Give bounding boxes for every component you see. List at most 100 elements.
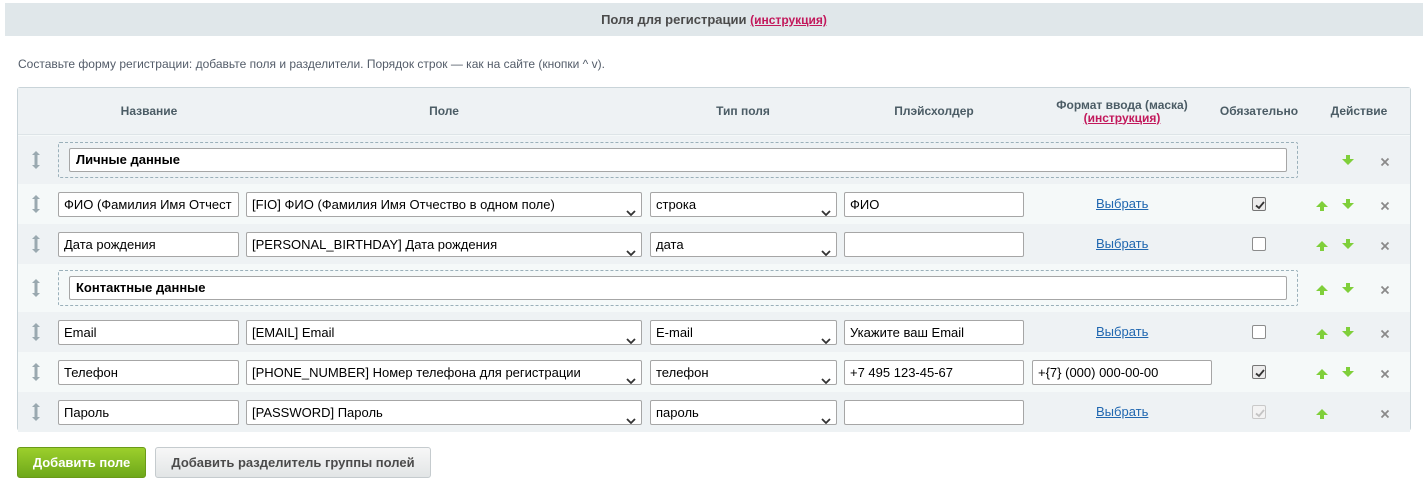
type-select-value: пароль [656, 404, 699, 420]
add-field-button[interactable]: Добавить поле [17, 447, 146, 478]
separator-box: Личные данные [58, 142, 1298, 178]
chevron-down-icon [821, 201, 831, 216]
placeholder-input[interactable]: ФИО [844, 191, 1024, 217]
move-down-icon[interactable] [1342, 325, 1354, 337]
table-row: Дата рождения [PERSONAL_BIRTHDAY] Дата ро… [18, 224, 1410, 264]
drag-handle-icon[interactable] [30, 194, 42, 214]
drag-handle-icon[interactable] [30, 322, 42, 342]
chevron-down-icon [821, 329, 831, 344]
required-checkbox[interactable] [1252, 237, 1266, 251]
delete-icon[interactable] [1380, 407, 1390, 419]
col-field: Поле [429, 104, 459, 118]
drag-handle-icon[interactable] [30, 278, 42, 298]
field-name-input[interactable]: Email [58, 319, 239, 345]
mask-choose-link[interactable]: Выбрать [1096, 196, 1148, 211]
field-name-input[interactable]: Дата рождения [58, 231, 239, 257]
chevron-down-icon [626, 329, 636, 344]
field-select-value: [PASSWORD] Пароль [252, 404, 383, 420]
chevron-down-icon [821, 241, 831, 256]
table-row: Email [EMAIL] Email E-mail Укажите ваш Emai… [18, 312, 1410, 352]
required-checkbox [1252, 405, 1266, 419]
drag-handle-icon[interactable] [30, 402, 42, 422]
chevron-down-icon [821, 369, 831, 384]
type-select[interactable]: телефон [650, 359, 837, 385]
col-mask: Формат ввода (маска) (инструкция) [1032, 88, 1212, 135]
delete-icon[interactable] [1380, 199, 1390, 211]
type-select-value: дата [656, 236, 684, 252]
field-select-value: [PHONE_NUMBER] Номер телефона для регист… [252, 364, 581, 380]
chevron-down-icon [626, 201, 636, 216]
field-name-input[interactable]: Телефон [58, 359, 239, 385]
drag-handle-icon[interactable] [30, 234, 42, 254]
table-row: Пароль [PASSWORD] Пароль пароль Выбрать [18, 392, 1410, 432]
type-select-value: строка [656, 196, 697, 212]
type-select-value: телефон [656, 364, 709, 380]
col-action: Действие [1330, 104, 1388, 118]
field-select[interactable]: [PERSONAL_BIRTHDAY] Дата рождения [246, 231, 642, 257]
required-checkbox[interactable] [1252, 197, 1266, 211]
move-down-icon[interactable] [1342, 237, 1354, 249]
mask-instruction-link[interactable]: (инструкция) [1084, 111, 1161, 125]
separator-label-input[interactable]: Контактные данные [69, 276, 1287, 300]
move-up-icon[interactable] [1316, 239, 1328, 251]
mask-input[interactable]: +{7} (000) 000-00-00 [1032, 359, 1212, 385]
table-row: Телефон [PHONE_NUMBER] Номер телефона для… [18, 352, 1410, 392]
required-checkbox[interactable] [1252, 325, 1266, 339]
section-title: Поля для регистрации [601, 12, 747, 27]
field-select[interactable]: [FIO] ФИО (Фамилия Имя Отчество в одном … [246, 191, 642, 217]
add-separator-button[interactable]: Добавить разделитель группы полей [155, 447, 431, 478]
move-down-icon[interactable] [1342, 197, 1354, 209]
delete-icon[interactable] [1380, 283, 1390, 295]
field-select-value: [PERSONAL_BIRTHDAY] Дата рождения [252, 236, 498, 252]
placeholder-input[interactable] [844, 231, 1024, 257]
placeholder-input[interactable]: +7 495 123-45-67 [844, 359, 1024, 385]
separator-label-input[interactable]: Личные данные [69, 148, 1287, 172]
table-row: ФИО (Фамилия Имя Отчест [FIO] ФИО (Фамили… [18, 184, 1410, 224]
move-up-icon[interactable] [1316, 327, 1328, 339]
move-up-icon[interactable] [1316, 367, 1328, 379]
fields-table: Название Поле Тип поля Плэйсхолдер Форма… [17, 87, 1411, 432]
field-select-value: [EMAIL] Email [252, 324, 335, 340]
delete-icon[interactable] [1380, 327, 1390, 339]
chevron-down-icon [821, 409, 831, 424]
section-header: Поля для регистрации (инструкция) [5, 3, 1423, 36]
placeholder-input[interactable] [844, 399, 1024, 425]
type-select[interactable]: E-mail [650, 319, 837, 345]
separator-row: Контактные данные [18, 264, 1410, 312]
form-hint: Составьте форму регистрации: добавьте по… [18, 57, 605, 71]
mask-choose-link[interactable]: Выбрать [1096, 236, 1148, 251]
chevron-down-icon [626, 409, 636, 424]
type-select[interactable]: пароль [650, 399, 837, 425]
table-header: Название Поле Тип поля Плэйсхолдер Форма… [18, 88, 1410, 135]
type-select[interactable]: строка [650, 191, 837, 217]
required-checkbox[interactable] [1252, 365, 1266, 379]
chevron-down-icon [626, 241, 636, 256]
instruction-link[interactable]: (инструкция) [750, 13, 827, 27]
delete-icon[interactable] [1380, 239, 1390, 251]
drag-handle-icon[interactable] [30, 150, 42, 170]
move-up-icon[interactable] [1316, 283, 1328, 295]
move-down-icon[interactable] [1342, 281, 1354, 293]
col-mask-label: Формат ввода (маска) [1056, 97, 1188, 112]
field-name-input[interactable]: ФИО (Фамилия Имя Отчест [58, 191, 239, 217]
type-select[interactable]: дата [650, 231, 837, 257]
col-name: Название [120, 104, 178, 118]
col-placeholder: Плэйсхолдер [894, 104, 974, 118]
field-select-value: [FIO] ФИО (Фамилия Имя Отчество в одном … [252, 196, 555, 212]
move-down-icon[interactable] [1342, 153, 1354, 165]
drag-handle-icon[interactable] [30, 362, 42, 382]
delete-icon[interactable] [1380, 367, 1390, 379]
field-select[interactable]: [PHONE_NUMBER] Номер телефона для регист… [246, 359, 642, 385]
field-name-input[interactable]: Пароль [58, 399, 239, 425]
field-select[interactable]: [PASSWORD] Пароль [246, 399, 642, 425]
move-up-icon[interactable] [1316, 199, 1328, 211]
mask-choose-link[interactable]: Выбрать [1096, 324, 1148, 339]
field-select[interactable]: [EMAIL] Email [246, 319, 642, 345]
move-down-icon[interactable] [1342, 365, 1354, 377]
placeholder-input[interactable]: Укажите ваш Email [844, 319, 1024, 345]
mask-choose-link[interactable]: Выбрать [1096, 404, 1148, 419]
move-up-icon[interactable] [1316, 407, 1328, 419]
delete-icon[interactable] [1380, 155, 1390, 167]
col-type: Тип поля [716, 104, 770, 118]
chevron-down-icon [626, 369, 636, 384]
